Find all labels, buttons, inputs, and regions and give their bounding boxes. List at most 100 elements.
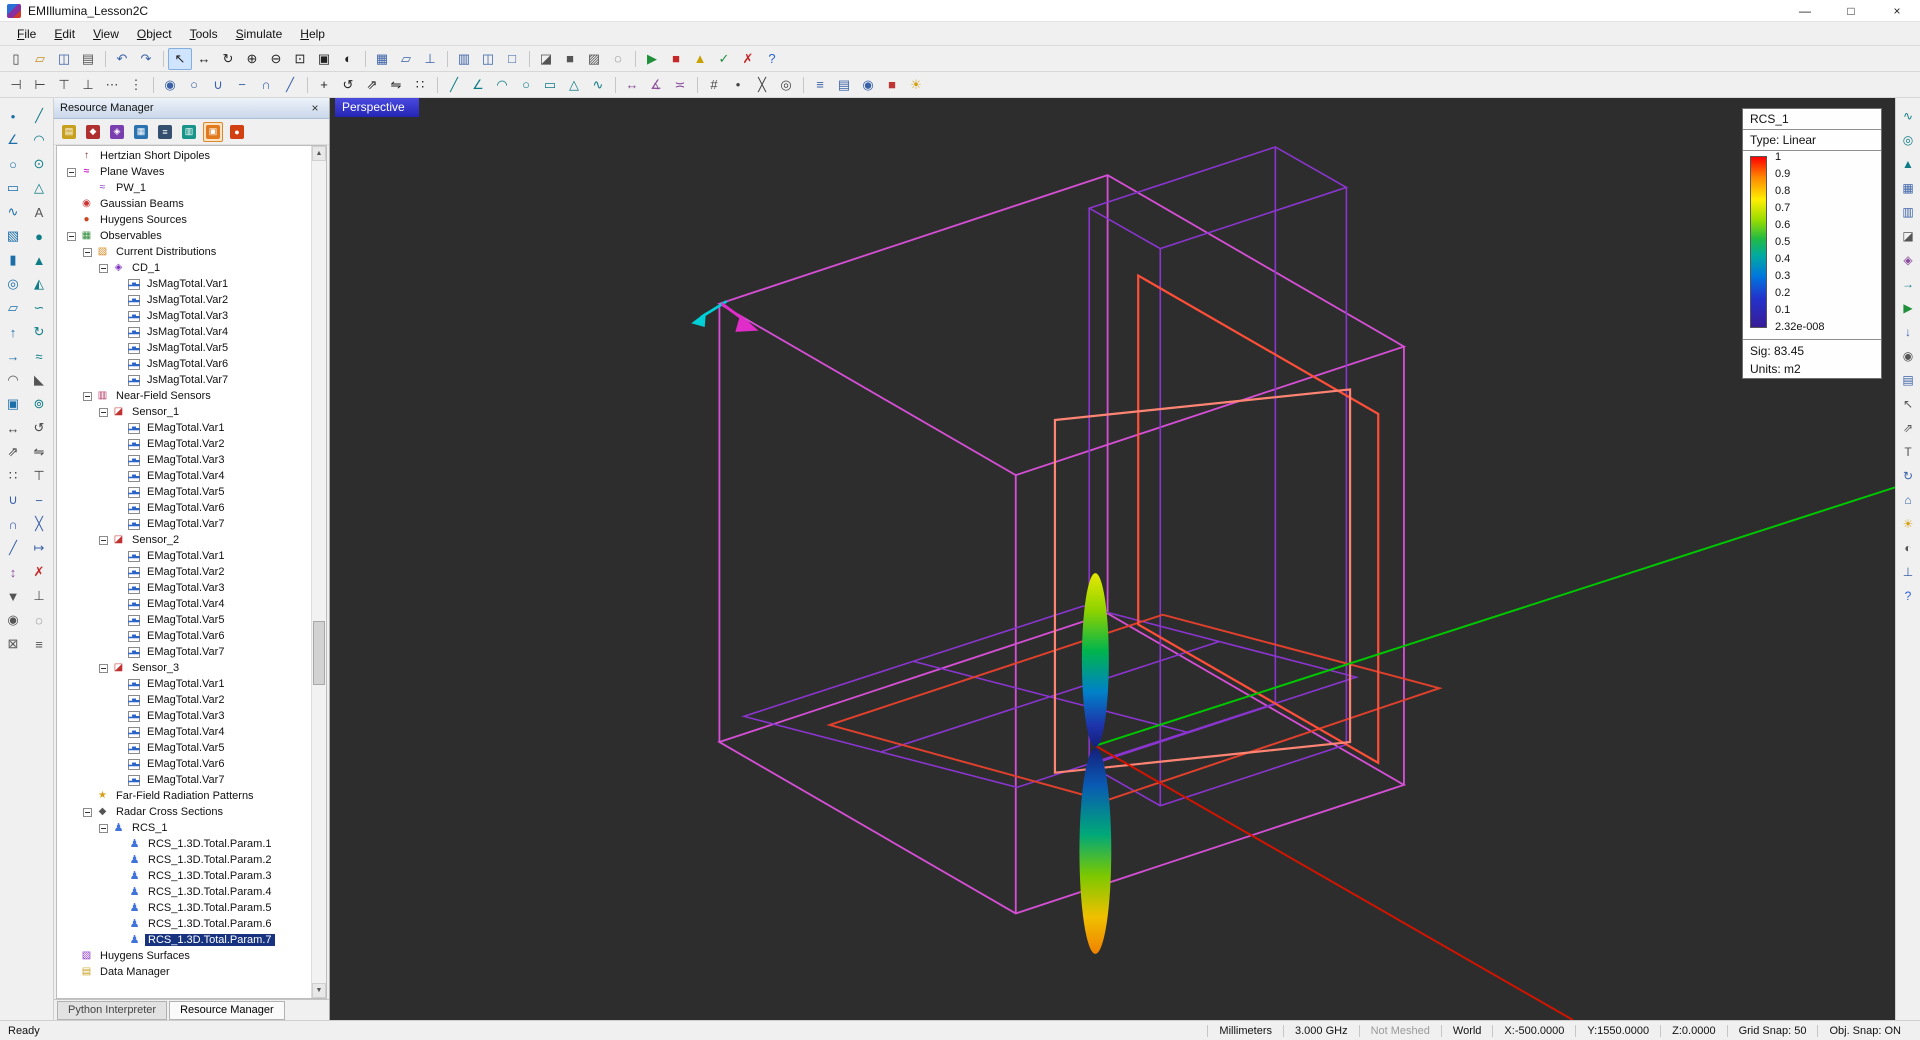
orbit-rotate-icon[interactable]: ↻ [216, 48, 240, 70]
visibility-toggle-icon[interactable]: ◉ [856, 74, 880, 96]
data-table-icon[interactable]: ▦ [1898, 178, 1918, 197]
tree-item[interactable]: EMagTotal.Var2 [57, 692, 311, 708]
align-left-icon[interactable]: ⊣ [4, 74, 28, 96]
dimension-tool-icon[interactable]: ≍ [668, 74, 692, 96]
torus-solid-icon[interactable]: ◎ [0, 272, 26, 296]
tree-item[interactable]: PW_1 [57, 180, 311, 196]
circle-tool-icon[interactable]: ○ [0, 152, 26, 176]
distribute-vertical-icon[interactable]: ⋮ [124, 74, 148, 96]
boolean-intersect-icon[interactable]: ∩ [254, 74, 278, 96]
scale-icon[interactable]: ⇗ [0, 440, 26, 464]
extend-icon[interactable]: ↦ [26, 536, 52, 560]
minimize-button[interactable]: — [1782, 0, 1828, 21]
pyramid-solid-icon[interactable]: ◭ [26, 272, 52, 296]
materials-library-icon[interactable]: ◆ [83, 122, 103, 142]
delete-icon[interactable]: ✗ [26, 560, 52, 584]
light-toggle-icon[interactable]: ☀ [904, 74, 928, 96]
image-capture-icon[interactable]: ▦ [131, 122, 151, 142]
tree-item[interactable]: EMagTotal.Var1 [57, 420, 311, 436]
tree-expander-icon[interactable] [99, 824, 108, 833]
snap-center-icon[interactable]: ◎ [774, 74, 798, 96]
snap-vertex-icon[interactable]: • [726, 74, 750, 96]
tree-expander-icon[interactable] [99, 264, 108, 273]
xy-plot-icon[interactable]: ∿ [1898, 106, 1918, 125]
sources-library-icon[interactable]: ◈ [107, 122, 127, 142]
align-bottom-icon[interactable]: ⊥ [76, 74, 100, 96]
tree-item[interactable]: Observables [57, 228, 311, 244]
align-top-icon[interactable]: ⊤ [52, 74, 76, 96]
local-cs-icon[interactable]: ⊥ [26, 584, 52, 608]
run-simulation-icon[interactable]: ▶ [640, 48, 664, 70]
tree-item[interactable]: EMagTotal.Var3 [57, 708, 311, 724]
text-tool-icon[interactable]: A [26, 200, 52, 224]
info-icon[interactable]: ? [1898, 586, 1918, 605]
object-properties-icon[interactable]: ▤ [832, 74, 856, 96]
tree-item[interactable]: EMagTotal.Var2 [57, 436, 311, 452]
isolate-icon[interactable]: ◌ [26, 608, 52, 632]
abort-icon[interactable]: ✗ [736, 48, 760, 70]
colorbar-settings-icon[interactable]: ▤ [1898, 370, 1918, 389]
python-script-icon[interactable]: ▤ [59, 122, 79, 142]
tree-item[interactable]: JsMagTotal.Var3 [57, 308, 311, 324]
tree-item[interactable]: CD_1 [57, 260, 311, 276]
union-icon[interactable]: ∪ [0, 488, 26, 512]
fillet-icon[interactable]: ◠ [0, 368, 26, 392]
tree-scrollbar[interactable]: ▲ ▼ [311, 146, 326, 998]
tree-expander-icon[interactable] [99, 536, 108, 545]
arc-tool-icon[interactable]: ◠ [26, 128, 52, 152]
measure-distance-icon[interactable]: ↔ [620, 74, 644, 96]
annotation-icon[interactable]: T [1898, 442, 1918, 461]
rectangle-tool-icon[interactable]: ▭ [0, 176, 26, 200]
snap-edge-icon[interactable]: ╳ [750, 74, 774, 96]
new-file-icon[interactable]: ▯ [4, 48, 28, 70]
mirror-icon[interactable]: ⇋ [26, 440, 52, 464]
scene-canvas[interactable] [330, 98, 1895, 1020]
redo-icon[interactable]: ↷ [134, 48, 158, 70]
rectangle-tool-icon[interactable]: ▭ [538, 74, 562, 96]
tree-expander-icon[interactable] [83, 392, 92, 401]
chamfer-icon[interactable]: ◣ [26, 368, 52, 392]
tree-item[interactable]: RCS_1.3D.Total.Param.7 [57, 932, 311, 948]
save-file-icon[interactable]: ◫ [52, 48, 76, 70]
extrude-icon[interactable]: ↑ [0, 320, 26, 344]
tree-item[interactable]: EMagTotal.Var6 [57, 756, 311, 772]
ungroup-objects-icon[interactable]: ○ [182, 74, 206, 96]
tree-item[interactable]: EMagTotal.Var1 [57, 548, 311, 564]
menu-item[interactable]: Tools [181, 25, 227, 43]
revolve-icon[interactable]: ↻ [26, 320, 52, 344]
measure-angle-icon[interactable]: ∡ [644, 74, 668, 96]
solver-status-icon[interactable]: ● [227, 122, 247, 142]
sphere-solid-icon[interactable]: ● [26, 224, 52, 248]
tree-item[interactable]: RCS_1.3D.Total.Param.3 [57, 868, 311, 884]
zoom-out-icon[interactable]: ⊖ [264, 48, 288, 70]
helix-curve-icon[interactable]: ∽ [26, 296, 52, 320]
zoom-extents-icon[interactable]: ▣ [312, 48, 336, 70]
tree-item[interactable]: EMagTotal.Var7 [57, 516, 311, 532]
tree-item[interactable]: Current Distributions [57, 244, 311, 260]
align-icon[interactable]: ⊤ [26, 464, 52, 488]
home-view-icon[interactable]: ⌂ [1898, 490, 1918, 509]
rotate-icon[interactable]: ↺ [26, 416, 52, 440]
arc-tool-icon[interactable]: ◠ [490, 74, 514, 96]
tree-item[interactable]: Far-Field Radiation Patterns [57, 788, 311, 804]
tree-item[interactable]: EMagTotal.Var4 [57, 596, 311, 612]
tree-item[interactable]: Radar Cross Sections [57, 804, 311, 820]
tree-item[interactable]: Sensor_1 [57, 404, 311, 420]
tree-item[interactable]: RCS_1.3D.Total.Param.2 [57, 852, 311, 868]
menu-item[interactable]: Edit [45, 25, 84, 43]
split-icon[interactable]: ╳ [26, 512, 52, 536]
pan-hand-icon[interactable]: ↔ [192, 48, 216, 70]
tree-item[interactable]: RCS_1.3D.Total.Param.1 [57, 836, 311, 852]
tree-item[interactable]: JsMagTotal.Var1 [57, 276, 311, 292]
tree-item[interactable]: RCS_1 [57, 820, 311, 836]
visibility-icon[interactable]: ◉ [0, 608, 26, 632]
table-view-icon[interactable]: ▥ [452, 48, 476, 70]
distribute-horizontal-icon[interactable]: ⋯ [100, 74, 124, 96]
menu-item[interactable]: Help [291, 25, 334, 43]
view-mode-label[interactable]: Perspective [335, 98, 419, 117]
loft-icon[interactable]: ≈ [26, 344, 52, 368]
polar-plot-icon[interactable]: ◎ [1898, 130, 1918, 149]
shaded-view-icon[interactable]: ■ [558, 48, 582, 70]
vector-field-icon[interactable]: → [1898, 274, 1918, 293]
offset-icon[interactable]: ⊚ [26, 392, 52, 416]
